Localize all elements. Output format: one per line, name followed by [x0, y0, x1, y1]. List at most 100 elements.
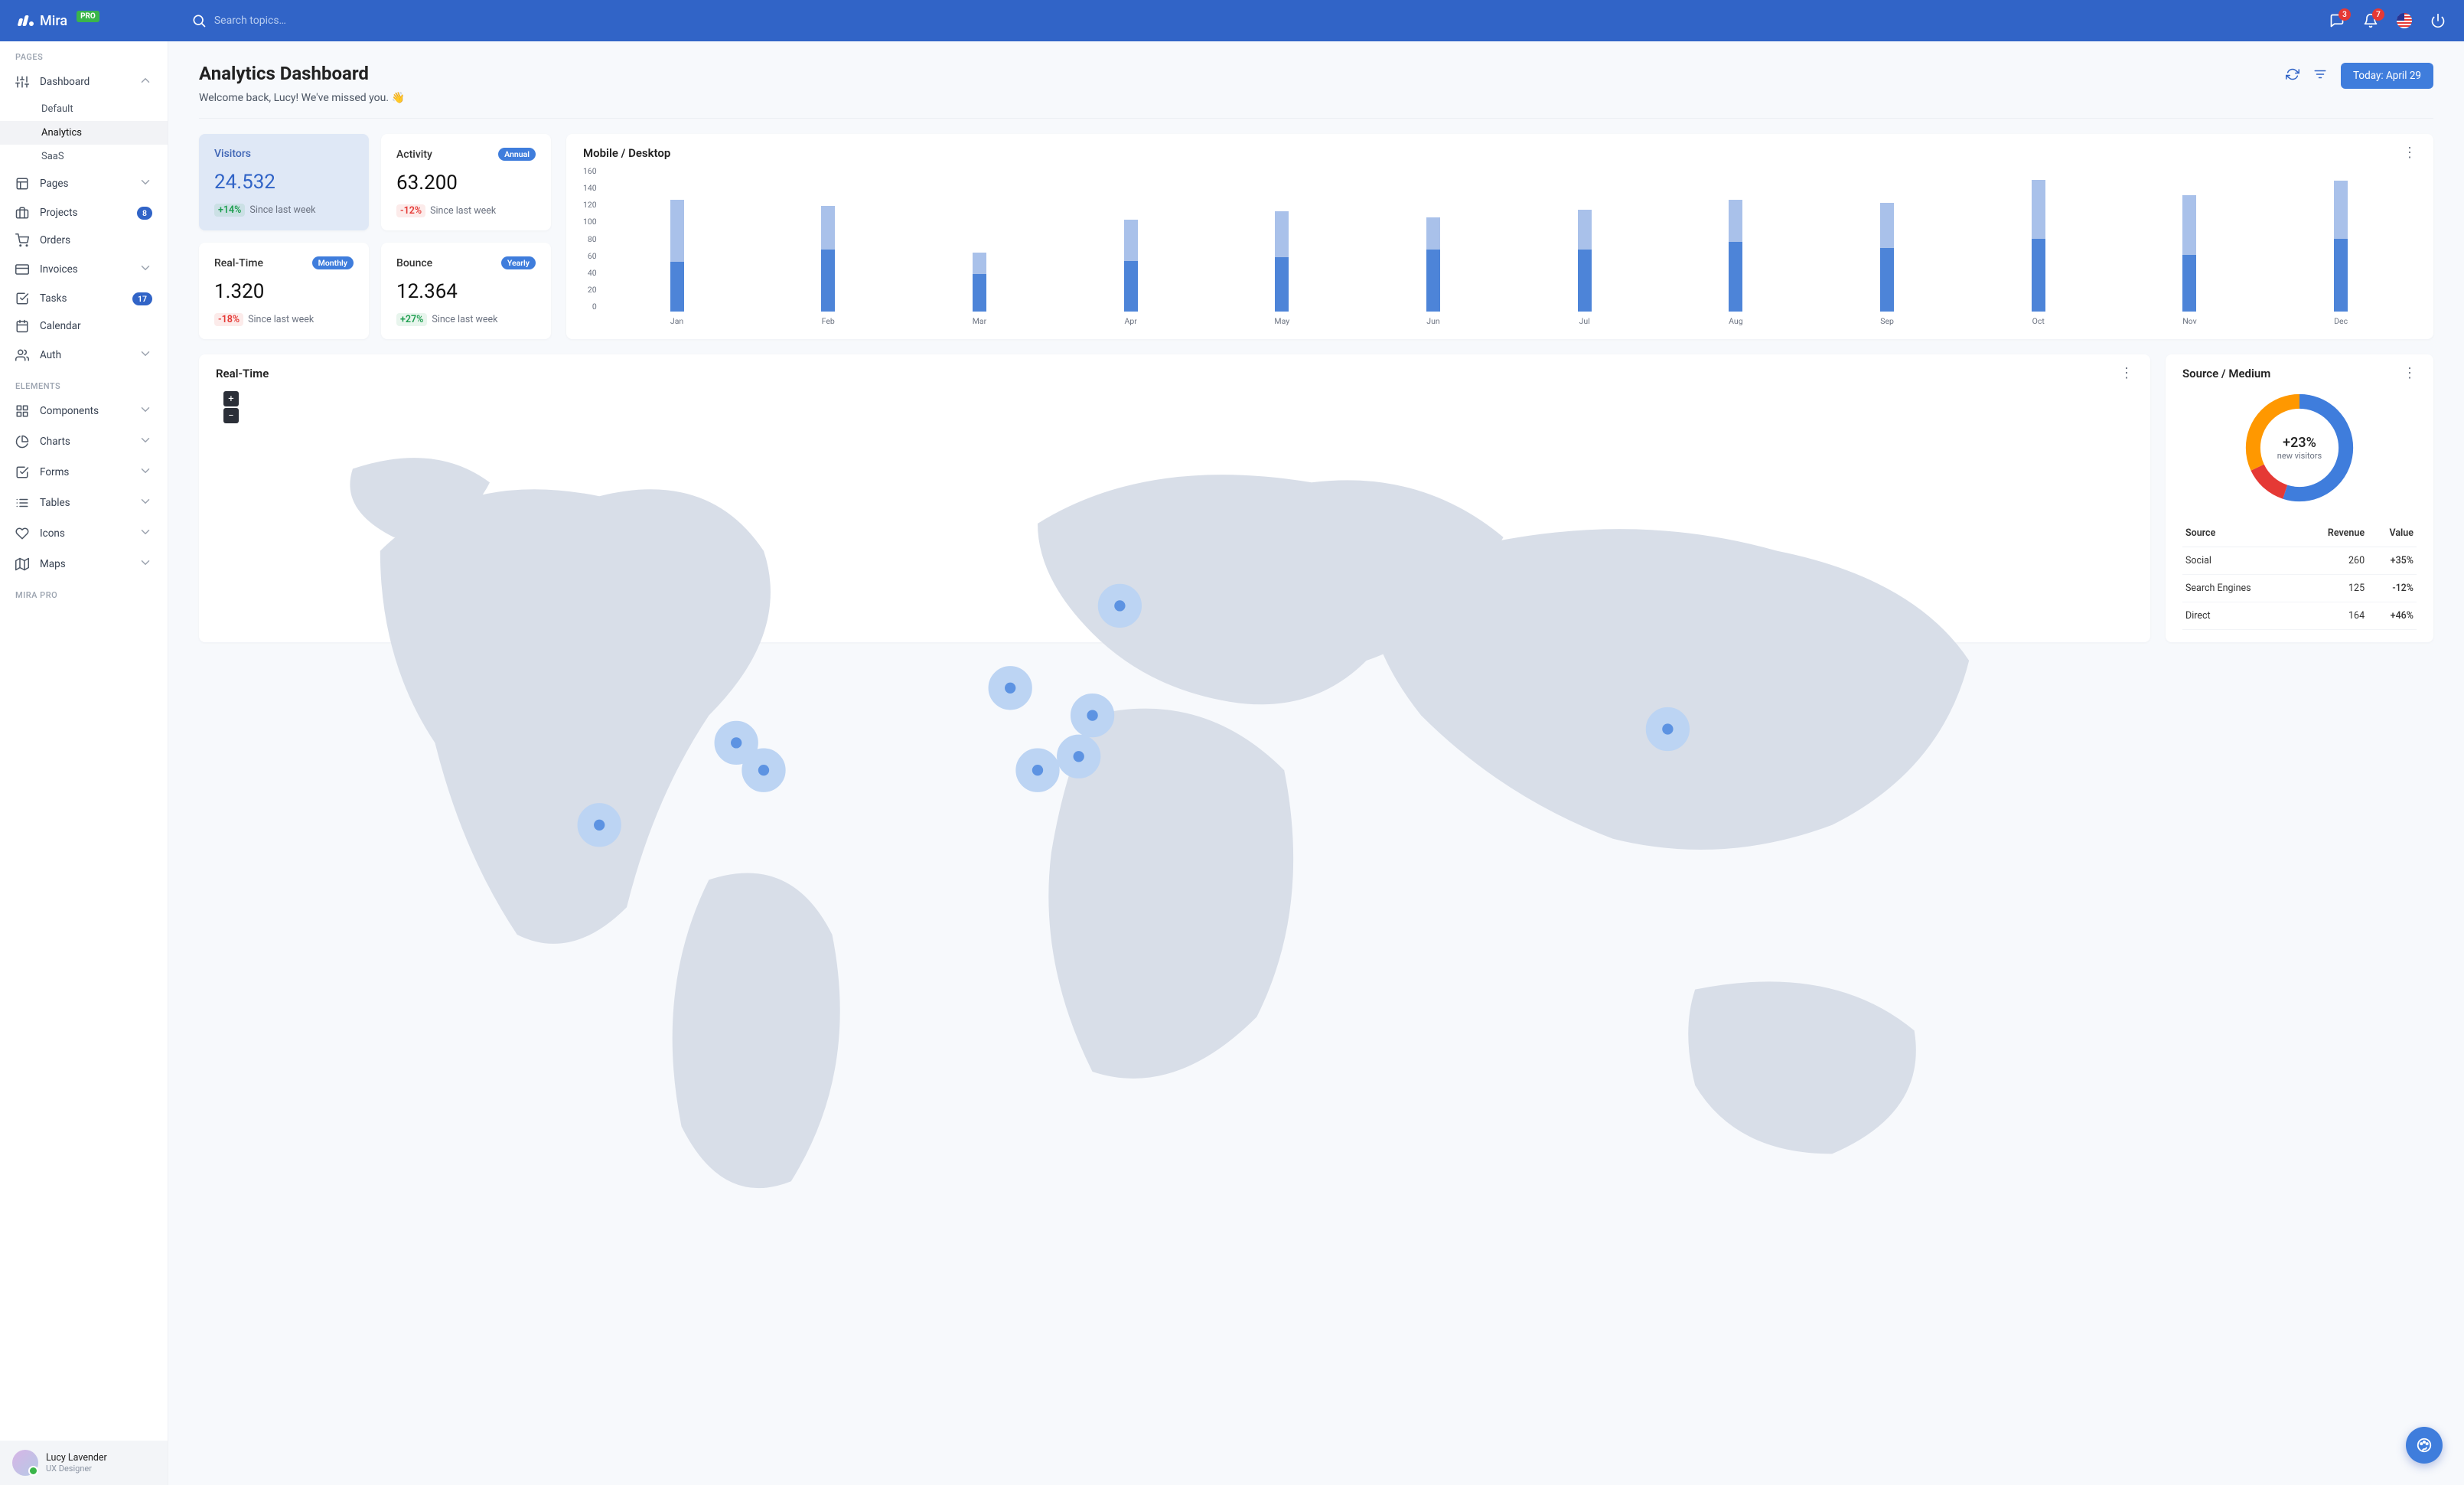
tasks-badge: 17 [132, 292, 152, 305]
sidebar-item-label: Dashboard [40, 76, 90, 88]
sidebar-item-charts[interactable]: Charts [0, 426, 168, 457]
check-square-icon [15, 292, 29, 305]
sidebar-item-label: Orders [40, 234, 70, 246]
filter-button[interactable] [2313, 67, 2327, 84]
bar-col: Dec [2334, 166, 2348, 327]
bar-col: Jul [1578, 166, 1592, 327]
stat-label: Real-Time [214, 257, 263, 269]
refresh-button[interactable] [2286, 67, 2299, 84]
card-icon [15, 263, 29, 276]
list-icon [15, 496, 29, 510]
user-name: Lucy Lavender [46, 1452, 107, 1464]
bar-col: Aug [1729, 166, 1742, 327]
avatar [12, 1450, 38, 1476]
main-content: Analytics Dashboard Welcome back, Lucy! … [168, 41, 2464, 1485]
stat-since: Since last week [249, 204, 315, 216]
zoom-in-button[interactable]: + [223, 391, 239, 406]
search-input[interactable] [214, 15, 444, 27]
power-button[interactable] [2430, 13, 2446, 28]
check-square-icon [15, 465, 29, 479]
sidebar-sub-saas[interactable]: SaaS [0, 145, 168, 168]
palette-icon [2416, 1437, 2433, 1454]
notifications-button[interactable]: 7 [2363, 13, 2378, 28]
stat-label: Visitors [214, 148, 251, 160]
sidebar-sub-analytics[interactable]: Analytics [0, 121, 168, 145]
sidebar-item-label: Calendar [40, 320, 81, 332]
chevron-down-icon [139, 433, 152, 450]
world-map[interactable] [216, 387, 2133, 1264]
chevron-down-icon [139, 261, 152, 278]
calendar-icon [15, 319, 29, 333]
sidebar-item-pages[interactable]: Pages [0, 168, 168, 199]
sidebar-item-label: Auth [40, 349, 61, 361]
users-icon [15, 348, 29, 362]
sidebar-item-forms[interactable]: Forms [0, 457, 168, 488]
stat-bounce: BounceYearly 12.364 +27%Since last week [381, 243, 551, 339]
zoom-out-button[interactable]: − [223, 408, 239, 423]
stat-value: 1.320 [214, 280, 354, 303]
sidebar-item-tables[interactable]: Tables [0, 488, 168, 518]
stat-activity: ActivityAnnual 63.200 -12%Since last wee… [381, 134, 551, 230]
language-button[interactable] [2397, 13, 2412, 28]
sidebar-item-icons[interactable]: Icons [0, 518, 168, 549]
sidebar-item-tasks[interactable]: Tasks 17 [0, 285, 168, 312]
chevron-down-icon [139, 347, 152, 364]
chevron-down-icon [139, 556, 152, 573]
stat-since: Since last week [432, 314, 497, 325]
bar-col: Jun [1426, 166, 1440, 327]
sidebar-item-label: Icons [40, 527, 65, 540]
stat-since: Since last week [430, 205, 496, 217]
theme-fab[interactable] [2406, 1427, 2443, 1464]
logo[interactable]: Mira PRO [18, 13, 99, 29]
sidebar-item-label: Tables [40, 497, 70, 509]
layout-icon [15, 177, 29, 191]
cart-icon [15, 233, 29, 247]
stat-value: 12.364 [396, 280, 536, 303]
stat-since: Since last week [248, 314, 314, 325]
stat-change: -12% [396, 204, 425, 217]
sidebar-section-pro: MIRA PRO [0, 579, 168, 605]
sidebar-sub-default[interactable]: Default [0, 97, 168, 121]
source-title: Source / Medium [2182, 367, 2270, 380]
table-row: Direct164+46% [2182, 602, 2417, 630]
sidebar-item-label: Maps [40, 558, 66, 570]
page-title: Analytics Dashboard [199, 63, 405, 84]
map-icon [15, 557, 29, 571]
user-footer[interactable]: Lucy Lavender UX Designer [0, 1441, 168, 1485]
th-revenue: Revenue [2298, 520, 2368, 547]
chevron-down-icon [139, 464, 152, 481]
source-medium-card: Source / Medium ⋮ +23% new visitors Sour… [2166, 354, 2433, 642]
sidebar-item-label: Tasks [40, 292, 67, 305]
sidebar-section-pages: PAGES [0, 41, 168, 67]
bar-col: Jan [670, 166, 684, 327]
pro-badge: PRO [77, 11, 99, 22]
bar-col: Feb [821, 166, 835, 327]
stat-value: 63.200 [396, 171, 536, 194]
sidebar-item-label: Invoices [40, 263, 78, 276]
briefcase-icon [15, 206, 29, 220]
sidebar-item-maps[interactable]: Maps [0, 549, 168, 579]
sidebar-item-components[interactable]: Components [0, 396, 168, 426]
page-subtitle: Welcome back, Lucy! We've missed you. 👋 [199, 92, 405, 104]
donut-label: new visitors [2277, 451, 2322, 461]
stat-change: +27% [396, 313, 427, 326]
sidebar-item-label: Charts [40, 436, 70, 448]
sidebar-item-calendar[interactable]: Calendar [0, 312, 168, 340]
table-row: Search Engines125-12% [2182, 575, 2417, 602]
chevron-down-icon [139, 175, 152, 192]
stat-tag: Annual [498, 148, 536, 161]
stat-tag: Monthly [312, 256, 354, 269]
date-button[interactable]: Today: April 29 [2341, 63, 2433, 89]
sidebar-item-dashboard[interactable]: Dashboard [0, 67, 168, 97]
sidebar-item-label: Pages [40, 178, 69, 190]
th-value: Value [2368, 520, 2417, 547]
stat-change: +14% [214, 204, 245, 217]
sidebar-item-projects[interactable]: Projects 8 [0, 199, 168, 227]
messages-button[interactable]: 3 [2329, 13, 2345, 28]
th-source: Source [2182, 520, 2298, 547]
sidebar-item-orders[interactable]: Orders [0, 227, 168, 254]
stat-value: 24.532 [214, 171, 354, 194]
stat-realtime: Real-TimeMonthly 1.320 -18%Since last we… [199, 243, 369, 339]
sidebar-item-invoices[interactable]: Invoices [0, 254, 168, 285]
sidebar-item-auth[interactable]: Auth [0, 340, 168, 370]
